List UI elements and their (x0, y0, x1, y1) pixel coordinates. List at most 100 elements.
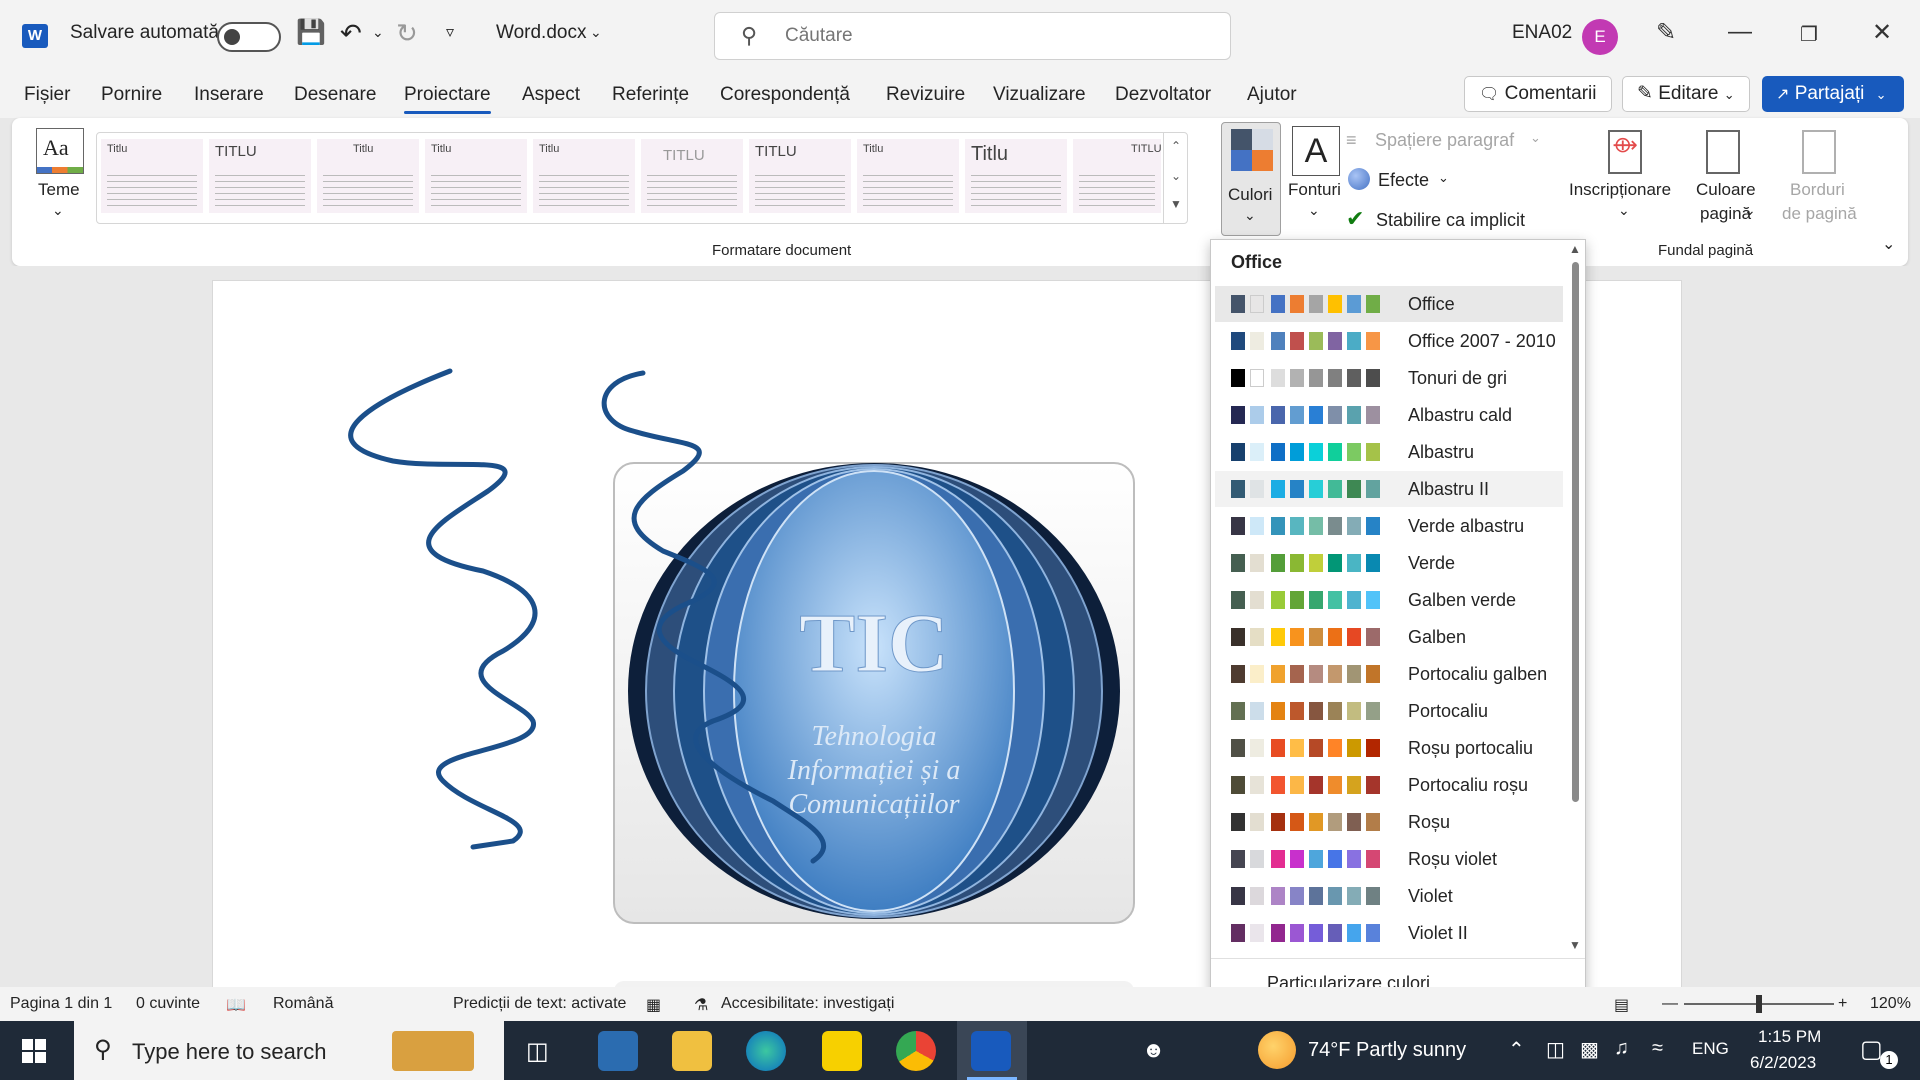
style-thumb[interactable]: Titlu (101, 139, 203, 213)
tab-design[interactable]: Proiectare (404, 84, 491, 114)
style-set-gallery[interactable]: Titlu TITLU Titlu Titlu Titlu TITLU TITL… (96, 132, 1188, 224)
color-scheme-item[interactable]: Office (1215, 286, 1563, 322)
share-button[interactable]: ↗ Partajați ⌄ (1762, 76, 1904, 112)
weather-icon[interactable] (1258, 1031, 1296, 1069)
tab-file[interactable]: Fișier (24, 84, 70, 106)
style-thumb[interactable]: TITLU (749, 139, 851, 213)
color-scheme-item[interactable]: Roșu portocaliu (1215, 730, 1563, 766)
set-as-default-button[interactable]: Stabilire ca implicit (1376, 210, 1525, 231)
watermark-icon[interactable]: ⟴ (1608, 130, 1642, 174)
page-count[interactable]: Pagina 1 din 1 (10, 995, 112, 1013)
dropdown-scroll-thumb[interactable] (1572, 262, 1579, 802)
print-layout-icon[interactable]: ▤ (1614, 995, 1629, 1015)
watermark-chevron-icon[interactable]: ⌄ (1618, 202, 1630, 219)
ink-scribble-left[interactable] (348, 368, 538, 850)
search-box[interactable]: ⚲ (714, 12, 1231, 60)
chrome-browser-icon[interactable] (896, 1031, 936, 1071)
sticky-notes-icon[interactable] (822, 1031, 862, 1071)
tab-references[interactable]: Referințe (612, 84, 689, 106)
dropdown-scrollbar[interactable]: ▲ ▼ (1567, 240, 1583, 960)
paragraph-spacing-chevron-icon[interactable]: ⌄ (1530, 130, 1541, 146)
close-icon[interactable]: ✕ (1872, 18, 1892, 47)
weather-text[interactable]: 74°F Partly sunny (1308, 1039, 1466, 1062)
color-scheme-item[interactable]: Portocaliu roșu (1215, 767, 1563, 803)
color-scheme-item[interactable]: Roșu (1215, 804, 1563, 840)
zoom-out-icon[interactable]: — (1662, 995, 1678, 1013)
paragraph-spacing-icon[interactable]: ≡ (1346, 130, 1357, 151)
color-scheme-item[interactable]: Violet II (1215, 915, 1563, 951)
color-scheme-item[interactable]: Albastru II (1215, 471, 1563, 507)
volume-icon[interactable]: ♫ (1614, 1037, 1629, 1060)
avatar[interactable]: E (1582, 19, 1618, 55)
customize-toolbar-icon[interactable]: ▿ (446, 22, 454, 42)
language-status[interactable]: Română (273, 995, 333, 1013)
tab-review[interactable]: Revizuire (886, 84, 965, 106)
color-scheme-item[interactable]: Roșu violet (1215, 841, 1563, 877)
search-highlight-icon[interactable] (392, 1031, 474, 1071)
battery-icon[interactable]: ▩ (1580, 1037, 1599, 1062)
themes-icon[interactable]: Aa (36, 128, 84, 174)
page-borders-label[interactable]: Borduri (1790, 180, 1845, 200)
page-borders-label-2[interactable]: de pagină (1782, 204, 1857, 224)
pen-designer-icon[interactable]: ✎ (1656, 18, 1676, 47)
color-scheme-item[interactable]: Galben verde (1215, 582, 1563, 618)
redo-icon[interactable]: ↻ (396, 18, 418, 49)
accessibility-status[interactable]: Accesibilitate: investigați (721, 995, 894, 1013)
accessibility-icon[interactable]: ⚗ (694, 995, 708, 1015)
style-thumb[interactable]: TITLU (1073, 139, 1161, 213)
file-explorer-icon[interactable] (672, 1031, 712, 1071)
gallery-more-icon[interactable]: ▼ (1164, 197, 1187, 211)
watermark-label[interactable]: Inscripționare (1569, 180, 1671, 200)
color-scheme-item[interactable]: Tonuri de gri (1215, 360, 1563, 396)
style-thumb[interactable]: Titlu (317, 139, 419, 213)
text-predictions-status[interactable]: Predicții de text: activate (453, 995, 626, 1013)
zoom-in-icon[interactable]: + (1838, 995, 1847, 1013)
filename-chevron-icon[interactable]: ⌄ (590, 24, 602, 41)
colors-button[interactable]: Culori ⌄ (1221, 122, 1281, 236)
taskbar-search[interactable]: ⚲ Type here to search (74, 1021, 504, 1080)
color-scheme-item[interactable]: Portocaliu galben (1215, 656, 1563, 692)
page-color-chevron-icon[interactable]: ⌄ (1744, 202, 1756, 219)
style-thumb[interactable]: TITLU (209, 139, 311, 213)
page-borders-icon[interactable] (1802, 130, 1836, 174)
input-language[interactable]: ENG (1692, 1039, 1729, 1059)
effects-chevron-icon[interactable]: ⌄ (1438, 170, 1449, 186)
style-thumb[interactable]: TITLU (641, 139, 743, 213)
page-color-label[interactable]: Culoare (1696, 180, 1756, 200)
proofing-icon[interactable]: 📖 (226, 995, 246, 1015)
fonts-chevron-icon[interactable]: ⌄ (1308, 202, 1320, 219)
autosave-toggle[interactable] (217, 22, 281, 52)
document-filename[interactable]: Word.docx (496, 22, 586, 44)
tray-chevron-icon[interactable]: ⌃ (1508, 1037, 1525, 1062)
editing-mode-button[interactable]: ✎ Editare ⌄ (1622, 76, 1750, 112)
wifi-icon[interactable]: ≈ (1652, 1037, 1663, 1060)
restore-icon[interactable]: ❐ (1800, 22, 1818, 47)
gallery-down-icon[interactable]: ⌄ (1164, 169, 1187, 183)
save-icon[interactable]: 💾 (296, 18, 326, 47)
color-scheme-item[interactable]: Galben (1215, 619, 1563, 655)
fonts-icon[interactable]: A (1292, 126, 1340, 176)
tab-help[interactable]: Ajutor (1247, 84, 1297, 106)
user-name[interactable]: ENA02 (1512, 22, 1572, 44)
color-scheme-item[interactable]: Violet (1215, 878, 1563, 914)
page-color-icon[interactable] (1706, 130, 1740, 174)
tab-insert[interactable]: Inserare (194, 84, 264, 106)
clock-time[interactable]: 1:15 PM (1758, 1027, 1821, 1047)
dropdown-scroll-down-icon[interactable]: ▼ (1569, 938, 1581, 952)
tab-mailings[interactable]: Corespondență (720, 84, 850, 106)
zoom-level[interactable]: 120% (1870, 995, 1911, 1013)
minimize-icon[interactable]: — (1728, 18, 1752, 46)
undo-dropdown-icon[interactable]: ⌄ (372, 24, 384, 41)
news-app-icon[interactable] (598, 1031, 638, 1071)
effects-icon[interactable] (1348, 168, 1370, 190)
tab-draw[interactable]: Desenare (294, 84, 376, 106)
focus-icon[interactable]: ▦ (646, 995, 661, 1015)
windows-start-icon[interactable] (22, 1039, 46, 1063)
style-thumb[interactable]: Titlu (533, 139, 635, 213)
color-scheme-item[interactable]: Albastru cald (1215, 397, 1563, 433)
word-count[interactable]: 0 cuvinte (136, 995, 200, 1013)
search-input[interactable] (785, 23, 1205, 49)
themes-label[interactable]: Teme (38, 180, 80, 200)
collapse-ribbon-icon[interactable]: ⌄ (1882, 234, 1895, 254)
set-default-check-icon[interactable]: ✔ (1346, 206, 1364, 232)
